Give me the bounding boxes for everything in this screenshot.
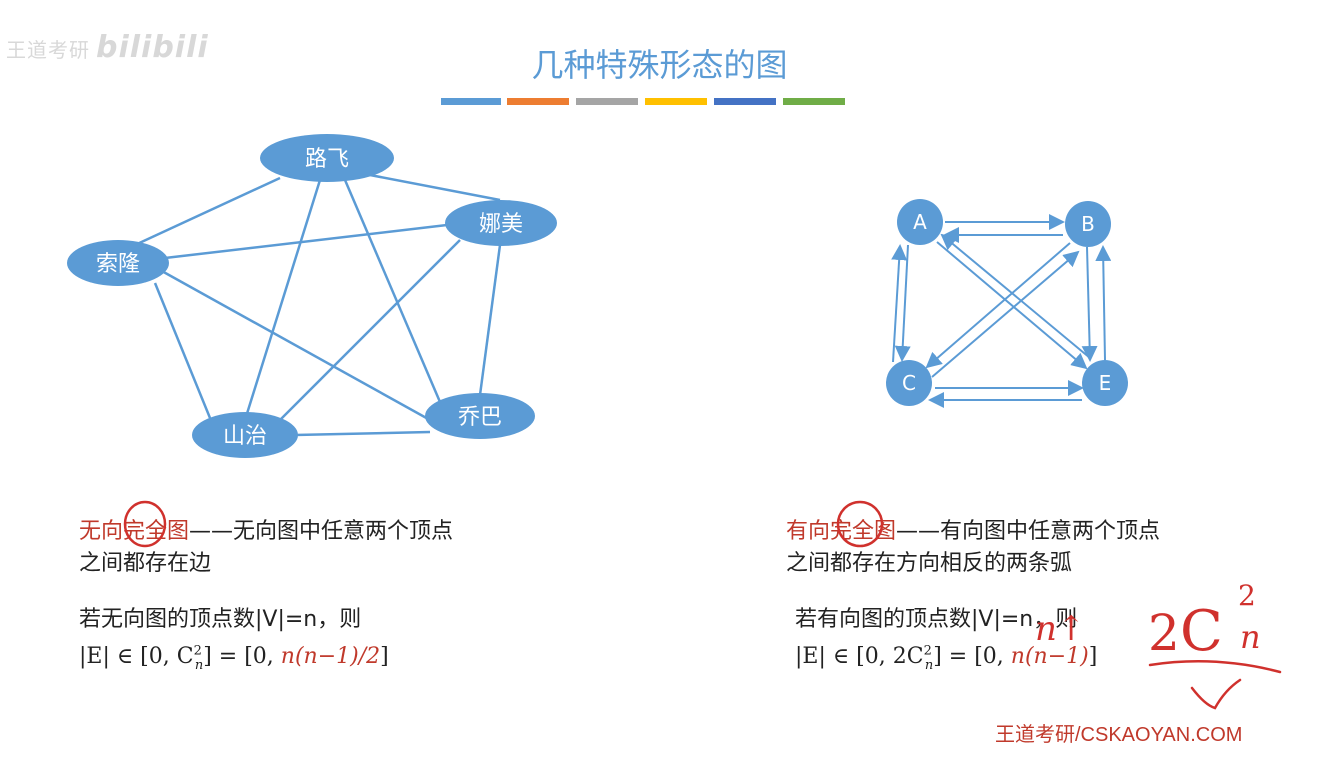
handwritten-note: n↑ (1035, 609, 1085, 649)
handwritten-circle (836, 500, 884, 548)
brand-footer: 王道考研/CSKAOYAN.COM (995, 724, 1243, 746)
handwritten-circle (123, 500, 167, 548)
handwritten-check (1190, 678, 1242, 710)
handwritten-c: C (1180, 599, 1223, 664)
handwritten-annotations: 2 C 2 n n↑ (123, 500, 1282, 710)
handwritten-sub: n (1240, 618, 1261, 656)
handwritten-coef: 2 (1148, 604, 1180, 662)
handwritten-sup: 2 (1238, 579, 1256, 612)
